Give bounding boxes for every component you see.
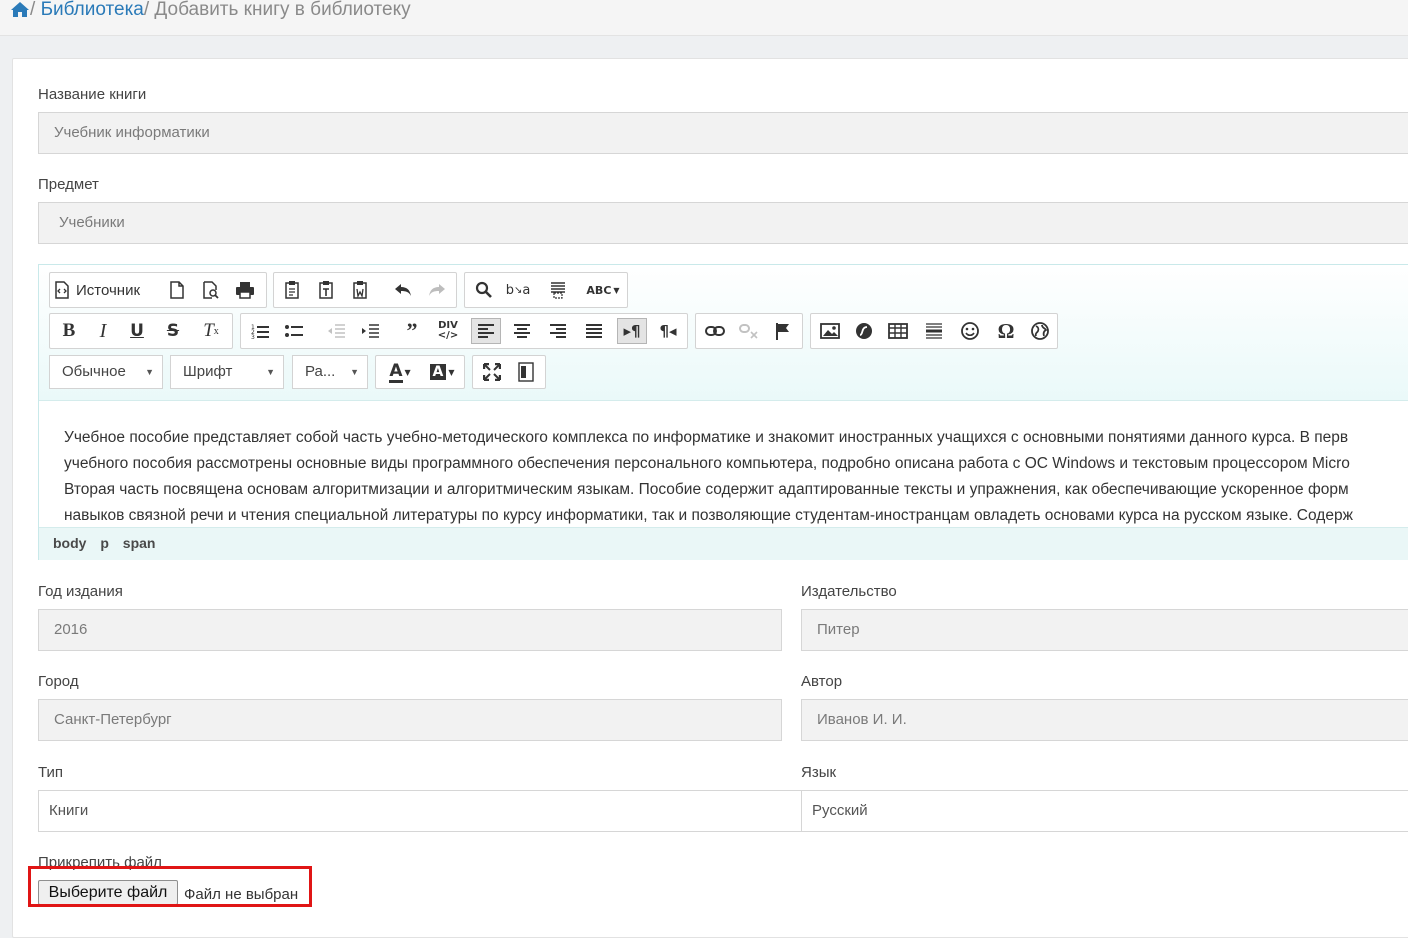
smiley-icon[interactable] (955, 318, 985, 344)
publisher-input[interactable]: Питер (801, 609, 1408, 651)
editor-line: Вторая часть посвящена основам алгоритми… (64, 481, 1349, 498)
toolbar-group-basic-styles: B I U S Tx (49, 313, 233, 349)
blockquote-icon[interactable]: ” (397, 318, 427, 344)
paste-word-icon[interactable] (346, 277, 376, 303)
rtl-icon[interactable]: ¶◂ (653, 318, 683, 344)
highlight-box (28, 866, 312, 907)
toolbar-group-editing: b ↘ a ABC ▼ (464, 272, 628, 308)
source-icon (55, 281, 69, 299)
font-combo[interactable]: Шрифт ▼ (170, 355, 284, 389)
svg-text:3: 3 (251, 334, 255, 339)
language-select[interactable]: Русский (801, 790, 1408, 832)
ltr-icon[interactable]: ▸¶ (617, 318, 647, 344)
year-input[interactable]: 2016 (38, 609, 782, 651)
breadcrumb-library-link[interactable]: Библиотека (41, 0, 144, 20)
horizontal-rule-icon[interactable] (919, 318, 949, 344)
type-select[interactable]: Книги (38, 790, 802, 832)
toolbar-group-tools (472, 355, 546, 389)
chevron-down-icon: ▼ (145, 367, 154, 377)
anchor-flag-icon[interactable] (768, 318, 798, 344)
size-combo-label: Ра... (305, 363, 336, 380)
toolbar-group-clipboard (273, 272, 457, 308)
paste-icon[interactable] (278, 277, 308, 303)
iframe-globe-icon[interactable] (1025, 318, 1055, 344)
rich-text-editor: Учебное пособие представляет собой часть… (38, 264, 1408, 560)
print-icon[interactable] (230, 277, 260, 303)
justify-icon[interactable] (579, 318, 609, 344)
year-label: Год издания (38, 583, 123, 600)
flash-icon[interactable] (849, 318, 879, 344)
title-label: Название книги (38, 86, 147, 103)
paste-text-icon[interactable] (312, 277, 342, 303)
chevron-down-icon: ▼ (266, 367, 275, 377)
size-combo[interactable]: Ра... ▼ (292, 355, 368, 389)
breadcrumb: / Библиотека/ Добавить книгу в библиотек… (0, 0, 1408, 36)
source-label: Источник (76, 281, 141, 299)
language-label: Язык (801, 764, 837, 781)
find-icon[interactable] (469, 277, 499, 303)
toolbar-group-colors: A ▼ A ▼ (375, 355, 465, 389)
toolbar-group-paragraph: 123 ” DIV </> ▸¶ ¶◂ (240, 313, 688, 349)
path-body[interactable]: body (53, 535, 86, 551)
author-label: Автор (801, 673, 843, 690)
text-color-icon[interactable]: A ▼ (380, 359, 420, 385)
editor-line: Учебное пособие представляет собой часть… (64, 429, 1349, 446)
preview-icon[interactable] (196, 277, 226, 303)
subject-select[interactable]: Учебники (38, 202, 1408, 244)
editor-path-bar: body p span (39, 527, 1408, 560)
breadcrumb-separator: / (30, 0, 41, 20)
title-input[interactable]: Учебник информатики (38, 112, 1408, 154)
bulleted-list-icon[interactable] (279, 318, 309, 344)
align-right-icon[interactable] (543, 318, 573, 344)
italic-icon[interactable]: I (88, 318, 118, 344)
editor-line: учебного пособия рассмотрены основные ви… (64, 455, 1350, 472)
maximize-icon[interactable] (477, 359, 507, 385)
outdent-icon[interactable] (321, 318, 351, 344)
subject-label: Предмет (38, 176, 99, 193)
image-icon[interactable] (815, 318, 845, 344)
city-input[interactable]: Санкт-Петербург (38, 699, 782, 741)
breadcrumb-current: / Добавить книгу в библиотеку (143, 0, 411, 20)
replace-icon[interactable]: b ↘ a (503, 277, 533, 303)
bg-color-icon[interactable]: A ▼ (422, 359, 462, 385)
unlink-icon[interactable] (734, 318, 764, 344)
spellcheck-icon[interactable]: ABC ▼ (583, 277, 623, 303)
table-icon[interactable] (883, 318, 913, 344)
numbered-list-icon[interactable]: 123 (245, 318, 275, 344)
city-label: Город (38, 673, 79, 690)
author-input[interactable]: Иванов И. И. (801, 699, 1408, 741)
redo-icon[interactable] (422, 277, 452, 303)
type-label: Тип (38, 764, 64, 781)
path-p[interactable]: p (100, 535, 109, 551)
publisher-label: Издательство (801, 583, 897, 600)
remove-format-icon[interactable]: Tx (196, 318, 226, 344)
chevron-down-icon: ▼ (350, 367, 359, 377)
align-center-icon[interactable] (507, 318, 537, 344)
format-combo-label: Обычное (62, 363, 126, 380)
new-page-icon[interactable] (162, 277, 192, 303)
undo-icon[interactable] (388, 277, 418, 303)
toolbar-group-insert: Ω (810, 313, 1058, 349)
editor-content[interactable]: Учебное пособие представляет собой часть… (64, 425, 1408, 529)
toolbar-group-document: Источник (49, 272, 267, 308)
link-icon[interactable] (700, 318, 730, 344)
div-container-icon[interactable]: DIV </> (433, 318, 463, 344)
strike-icon[interactable]: S (158, 318, 188, 344)
indent-icon[interactable] (355, 318, 385, 344)
format-combo[interactable]: Обычное ▼ (49, 355, 163, 389)
select-all-icon[interactable] (543, 277, 573, 303)
editor-line: навыков связной речи и чтения специально… (64, 507, 1353, 524)
source-button[interactable]: Источник (54, 277, 150, 303)
special-char-icon[interactable]: Ω (991, 318, 1021, 344)
font-combo-label: Шрифт (183, 363, 233, 380)
align-left-icon[interactable] (471, 318, 501, 344)
path-span[interactable]: span (123, 535, 156, 551)
underline-icon[interactable]: U (122, 318, 152, 344)
show-blocks-icon[interactable] (511, 359, 541, 385)
toolbar-group-links (695, 313, 803, 349)
bold-icon[interactable]: B (54, 318, 84, 344)
home-icon[interactable] (10, 1, 30, 23)
